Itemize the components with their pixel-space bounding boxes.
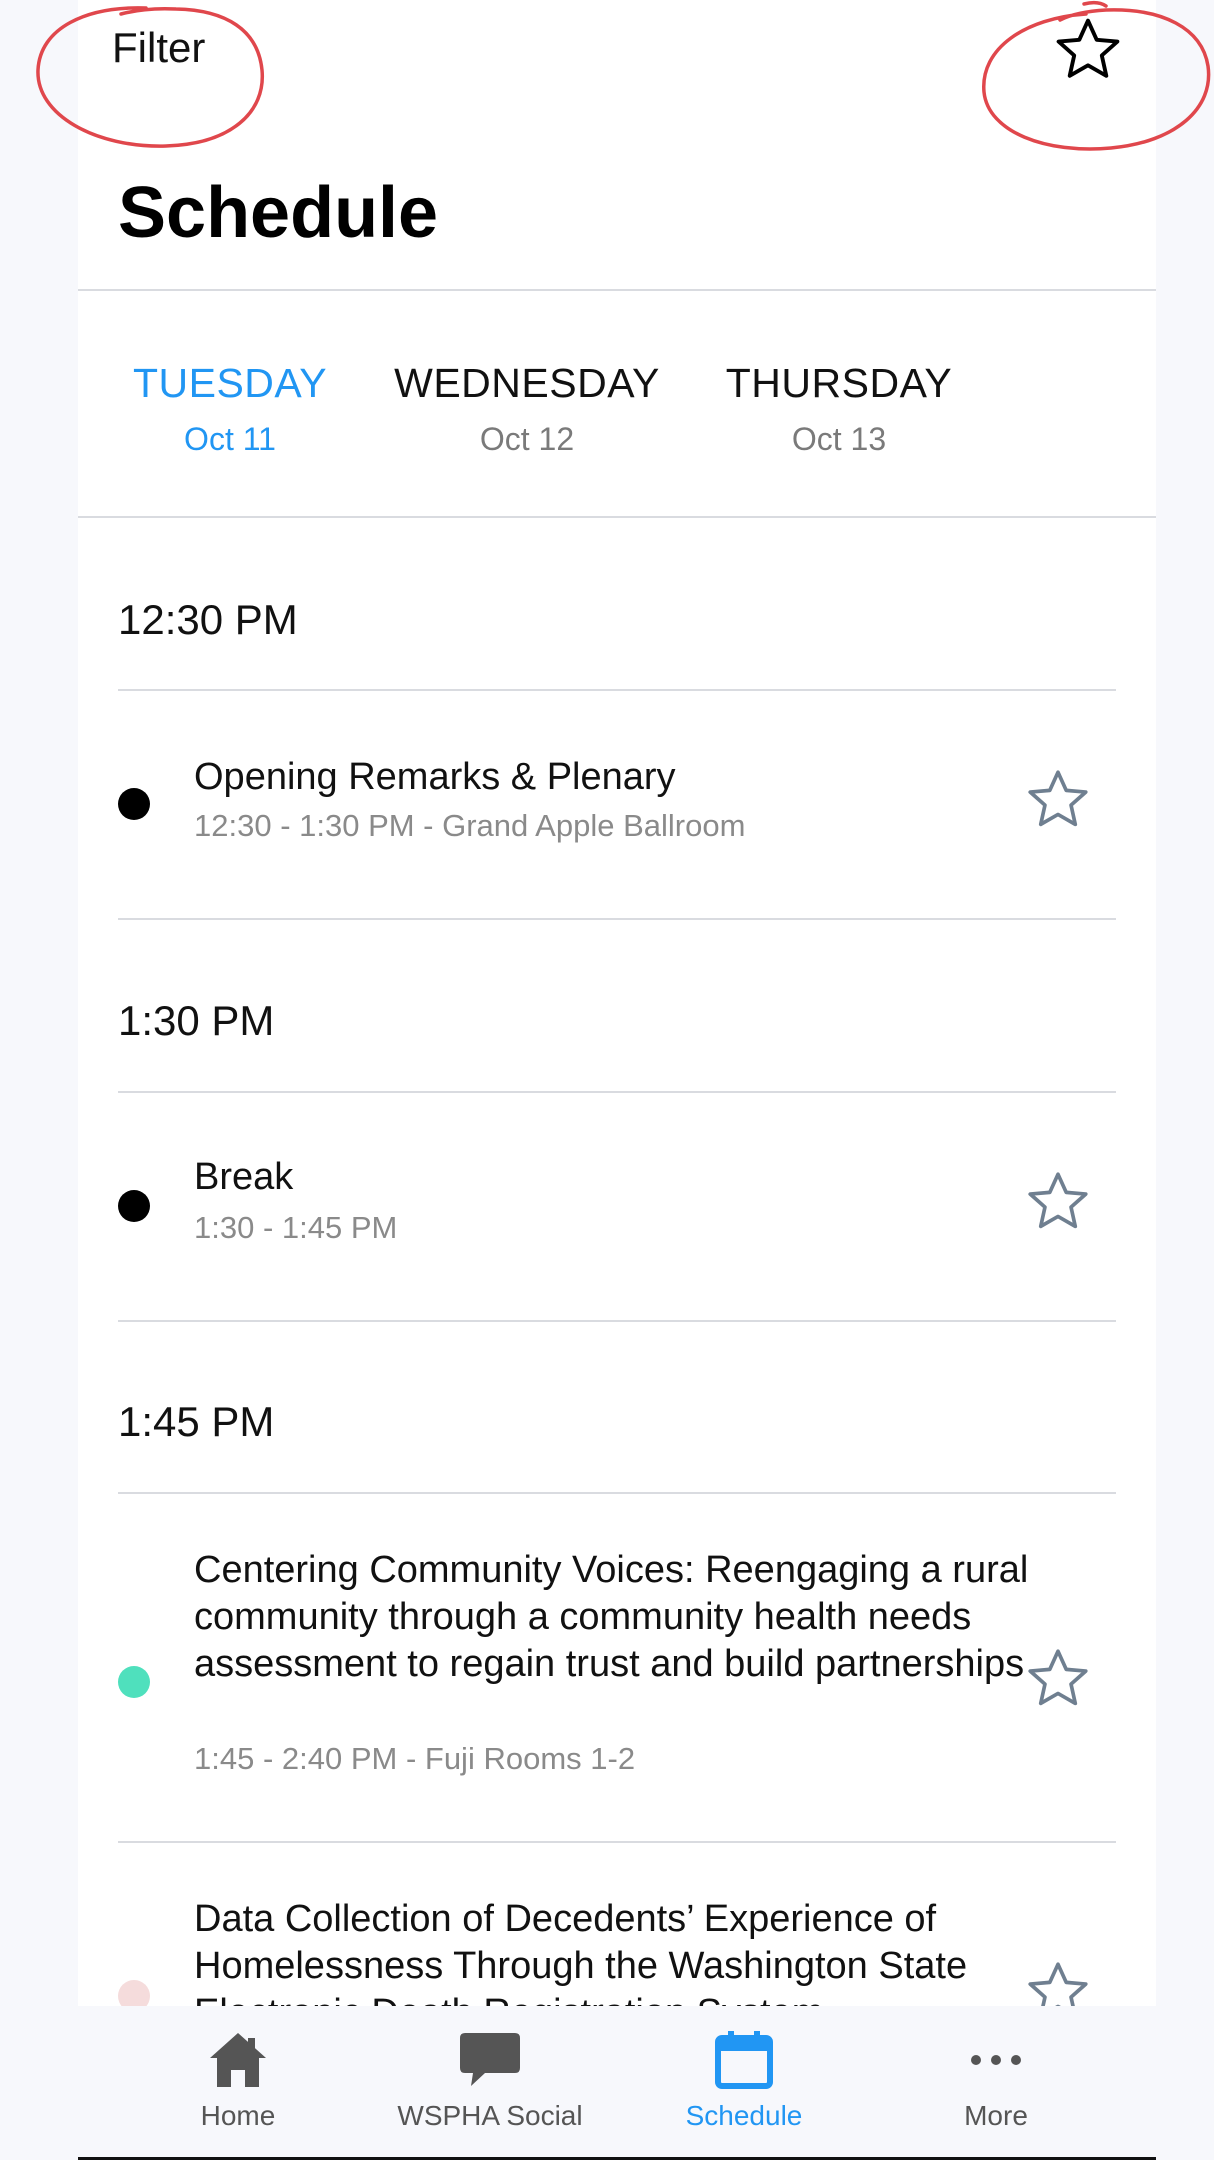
tab-date-label: Oct 11 bbox=[184, 421, 276, 457]
nav-more-label: More bbox=[964, 2100, 1028, 2131]
tab-thursday[interactable]: THURSDAY Oct 13 bbox=[716, 360, 962, 458]
session-title: Break bbox=[194, 1156, 294, 1198]
time-header: 1:45 PM bbox=[118, 1398, 275, 1445]
tab-wednesday[interactable]: WEDNESDAY Oct 12 bbox=[392, 360, 662, 458]
time-header: 12:30 PM bbox=[118, 596, 298, 643]
session-title: Opening Remarks & Plenary bbox=[194, 756, 676, 798]
star-outline-icon[interactable] bbox=[1052, 14, 1124, 86]
nav-home[interactable]: Home bbox=[158, 2006, 318, 2132]
track-color-dot bbox=[118, 1190, 150, 1222]
nav-wspha-social[interactable]: WSPHA Social bbox=[388, 2006, 592, 2132]
time-header: 1:30 PM bbox=[118, 997, 275, 1044]
nav-more[interactable]: More bbox=[916, 2006, 1076, 2132]
divider bbox=[78, 289, 1156, 291]
page-title: Schedule bbox=[118, 173, 439, 253]
star-outline-icon[interactable] bbox=[1024, 1168, 1092, 1236]
filter-button[interactable]: Filter bbox=[112, 24, 205, 72]
session-item[interactable]: Break 1:30 - 1:45 PM bbox=[118, 1092, 1116, 1320]
nav-schedule[interactable]: Schedule bbox=[664, 2006, 824, 2132]
session-item[interactable]: Opening Remarks & Plenary 12:30 - 1:30 P… bbox=[118, 690, 1116, 918]
divider bbox=[118, 918, 1116, 920]
divider bbox=[78, 516, 1156, 518]
tab-day-label: WEDNESDAY bbox=[394, 360, 660, 406]
nav-home-label: Home bbox=[200, 2100, 276, 2131]
star-outline-icon[interactable] bbox=[1024, 766, 1092, 834]
star-outline-icon[interactable] bbox=[1024, 1645, 1092, 1713]
nav-wspha-social-label: WSPHA Social bbox=[397, 2100, 583, 2131]
tab-day-label: TUESDAY bbox=[132, 360, 328, 406]
divider bbox=[118, 1320, 1116, 1322]
top-bar: Filter bbox=[0, 0, 1214, 151]
track-color-dot bbox=[118, 788, 150, 820]
tab-date-label: Oct 12 bbox=[479, 421, 575, 457]
home-icon bbox=[210, 2033, 266, 2087]
session-item[interactable]: Data Collection of Decedents’ Experience… bbox=[118, 1842, 1116, 2006]
session-item[interactable]: Centering Community Voices: Reengaging a… bbox=[118, 1493, 1116, 1841]
calendar-icon bbox=[715, 2031, 773, 2089]
session-title: Centering Community Voices: Reengaging a… bbox=[194, 1549, 1029, 1685]
tab-date-label: Oct 13 bbox=[791, 421, 887, 457]
star-outline-icon[interactable] bbox=[1024, 1958, 1092, 2006]
tab-tuesday[interactable]: TUESDAY Oct 11 bbox=[118, 360, 342, 458]
session-time-location: 1:30 - 1:45 PM bbox=[194, 1210, 398, 1245]
session-time-location: 1:45 - 2:40 PM - Fuji Rooms 1-2 bbox=[194, 1741, 636, 1776]
chat-bubble-icon bbox=[460, 2033, 520, 2086]
session-title: Data Collection of Decedents’ Experience… bbox=[194, 1898, 968, 2006]
track-color-dot bbox=[118, 1980, 150, 2006]
tab-day-label: THURSDAY bbox=[725, 360, 953, 406]
session-time-location: 12:30 - 1:30 PM - Grand Apple Ballroom bbox=[194, 808, 746, 843]
track-color-dot bbox=[118, 1666, 150, 1698]
more-dots-icon bbox=[971, 2055, 1021, 2065]
nav-schedule-label: Schedule bbox=[685, 2100, 803, 2131]
bottom-tab-bar: Home WSPHA Social Schedule More bbox=[0, 2006, 1214, 2160]
